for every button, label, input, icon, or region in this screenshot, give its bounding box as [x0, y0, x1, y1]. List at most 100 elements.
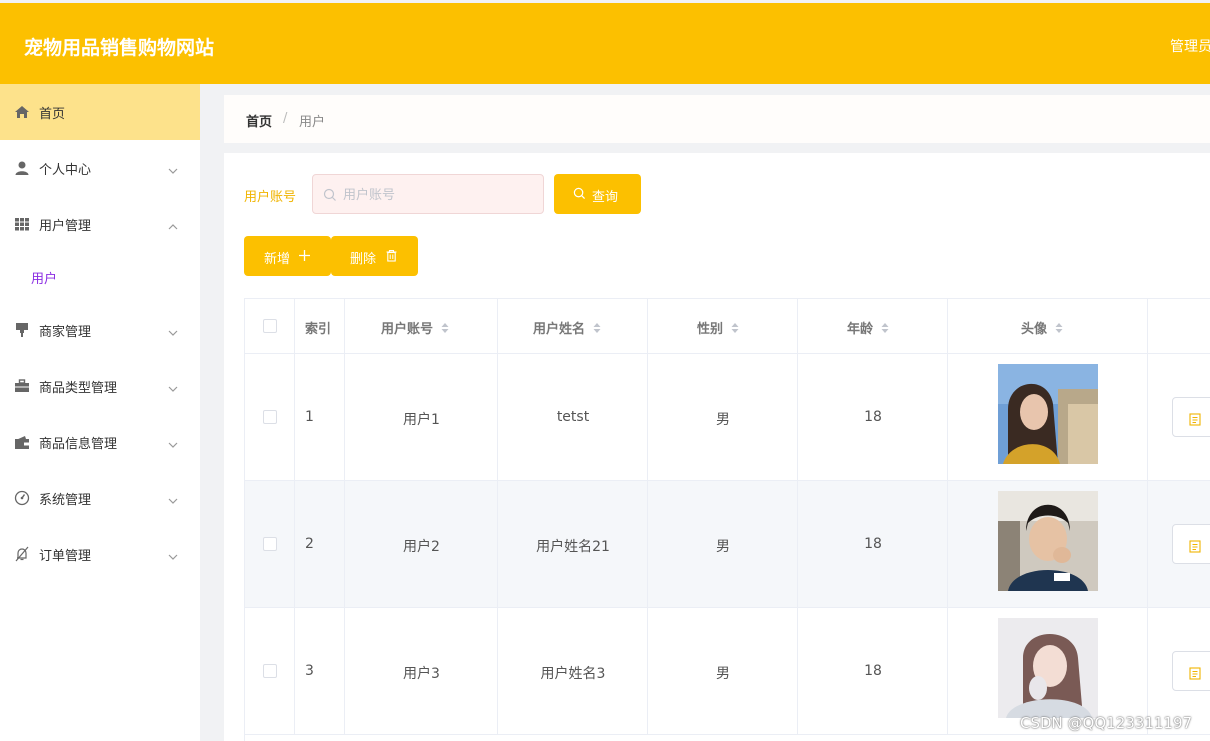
- sidebar-item-label: 商家管理: [39, 325, 92, 340]
- breadcrumb-separator: /: [283, 111, 288, 126]
- header-cell-gender[interactable]: 性别: [648, 299, 798, 353]
- header-cell-actions: [1148, 299, 1210, 353]
- sidebar-item-label: 个人中心: [39, 163, 92, 178]
- search-button-label: 查询: [592, 190, 619, 205]
- header-cell-account[interactable]: 用户账号: [345, 299, 498, 353]
- row-name: tetst: [556, 409, 590, 425]
- avatar-image[interactable]: [998, 491, 1098, 591]
- document-icon: [1189, 665, 1201, 680]
- sort-icon[interactable]: [731, 322, 739, 334]
- table-header-row: 索引 用户账号 用户姓名 性别 年龄 头像: [245, 299, 1210, 354]
- search-field-label: 用户账号: [244, 190, 297, 205]
- add-button-label: 新增: [264, 252, 291, 267]
- row-checkbox[interactable]: [263, 537, 277, 551]
- sidebar-item-personal-center[interactable]: 个人中心: [0, 140, 200, 196]
- column-header-gender: 性别: [697, 318, 739, 337]
- row-age: 18: [864, 409, 882, 425]
- table-row: 1 用户1 tetst 男 18: [245, 354, 1210, 481]
- plus-icon: [298, 249, 311, 262]
- cell-account: 用户1: [345, 354, 498, 480]
- sort-icon[interactable]: [593, 322, 601, 334]
- chevron-up-icon: [167, 218, 179, 230]
- breadcrumb-current: 用户: [299, 115, 326, 130]
- sidebar-item-home[interactable]: 首页: [0, 84, 200, 140]
- cell-index: 2: [295, 481, 345, 607]
- search-icon: [573, 187, 586, 200]
- row-age: 18: [864, 663, 882, 679]
- cell-age: 18: [798, 608, 948, 734]
- sort-icon[interactable]: [1055, 322, 1063, 334]
- select-all-checkbox[interactable]: [263, 319, 277, 333]
- row-account: 用户2: [403, 539, 440, 555]
- search-input[interactable]: [343, 185, 533, 205]
- cell-actions: [1148, 354, 1210, 480]
- column-header-label: 用户账号: [381, 322, 434, 337]
- header-cell-name[interactable]: 用户姓名: [498, 299, 648, 353]
- chevron-down-icon: [167, 436, 179, 448]
- sort-icon[interactable]: [881, 322, 889, 334]
- row-checkbox[interactable]: [263, 664, 277, 678]
- cell-age: 18: [798, 481, 948, 607]
- sidebar-item-system-management[interactable]: 系统管理: [0, 470, 200, 526]
- sidebar-item-product-type-management[interactable]: 商品类型管理: [0, 358, 200, 414]
- sidebar-item-product-info-management[interactable]: 商品信息管理: [0, 414, 200, 470]
- cell-avatar: [948, 481, 1148, 607]
- sidebar-item-label: 用户管理: [39, 219, 92, 234]
- sort-icon[interactable]: [441, 322, 449, 334]
- sidebar-item-order-management[interactable]: 订单管理: [0, 526, 200, 582]
- add-button[interactable]: 新增: [244, 236, 331, 276]
- row-name: 用户姓名21: [536, 539, 610, 555]
- column-header-account: 用户账号: [381, 318, 449, 337]
- document-icon: [1189, 538, 1201, 553]
- detail-button[interactable]: [1172, 524, 1210, 564]
- cell-name: tetst: [498, 354, 648, 480]
- user-table: 索引 用户账号 用户姓名 性别 年龄 头像 1 用户1 tetst 男 18 2…: [244, 298, 1210, 741]
- bell-off-icon: [14, 546, 30, 562]
- column-header-index: 索引: [305, 322, 332, 337]
- column-header-label: 性别: [697, 322, 724, 337]
- shop-icon: [14, 322, 30, 338]
- breadcrumb: 首页 / 用户: [224, 95, 1210, 143]
- sidebar-subitem-label: 用户: [31, 272, 58, 287]
- search-box: [312, 174, 544, 214]
- user-role-label[interactable]: 管理员: [1170, 36, 1210, 56]
- row-checkbox[interactable]: [263, 410, 277, 424]
- cell-actions: [1148, 481, 1210, 607]
- avatar-image[interactable]: [998, 364, 1098, 464]
- header-cell-age[interactable]: 年龄: [798, 299, 948, 353]
- grid-icon: [14, 216, 30, 232]
- cell-gender: 男: [648, 354, 798, 480]
- cell-gender: 男: [648, 481, 798, 607]
- breadcrumb-home[interactable]: 首页: [246, 111, 272, 130]
- header-cell-select: [245, 299, 295, 353]
- delete-button-label: 删除: [350, 252, 377, 267]
- detail-button[interactable]: [1172, 651, 1210, 691]
- avatar-image[interactable]: [998, 618, 1098, 718]
- row-index: 3: [305, 663, 314, 679]
- cell-select: [245, 354, 295, 480]
- top-header: 宠物用品销售购物网站 管理员: [0, 3, 1210, 84]
- detail-button[interactable]: [1172, 397, 1210, 437]
- home-icon: [14, 104, 30, 120]
- sidebar-item-label: 商品信息管理: [39, 437, 118, 452]
- sidebar-subitem-user[interactable]: 用户: [0, 252, 200, 300]
- user-icon: [14, 160, 30, 176]
- cell-name: 用户姓名21: [498, 481, 648, 607]
- search-button[interactable]: 查询: [554, 174, 641, 214]
- column-header-avatar: 头像: [1021, 318, 1063, 337]
- sidebar-item-label: 商品类型管理: [39, 381, 118, 396]
- cell-avatar: [948, 354, 1148, 480]
- main-panel: 用户账号 查询 新增 删除 索引 用: [224, 153, 1210, 741]
- sidebar-item-user-management[interactable]: 用户管理: [0, 196, 200, 252]
- cell-account: 用户2: [345, 481, 498, 607]
- document-icon: [1189, 411, 1201, 426]
- sidebar: 首页 个人中心 用户管理 用户 商家管理 商品类型管理 商品信息管理 系统管理 …: [0, 84, 200, 741]
- sidebar-item-merchant-management[interactable]: 商家管理: [0, 302, 200, 358]
- cell-account: 用户3: [345, 608, 498, 734]
- delete-button[interactable]: 删除: [331, 236, 418, 276]
- cell-index: 3: [295, 608, 345, 734]
- cell-gender: 男: [648, 608, 798, 734]
- trash-icon: [385, 249, 398, 262]
- header-cell-avatar[interactable]: 头像: [948, 299, 1148, 353]
- cell-name: 用户姓名3: [498, 608, 648, 734]
